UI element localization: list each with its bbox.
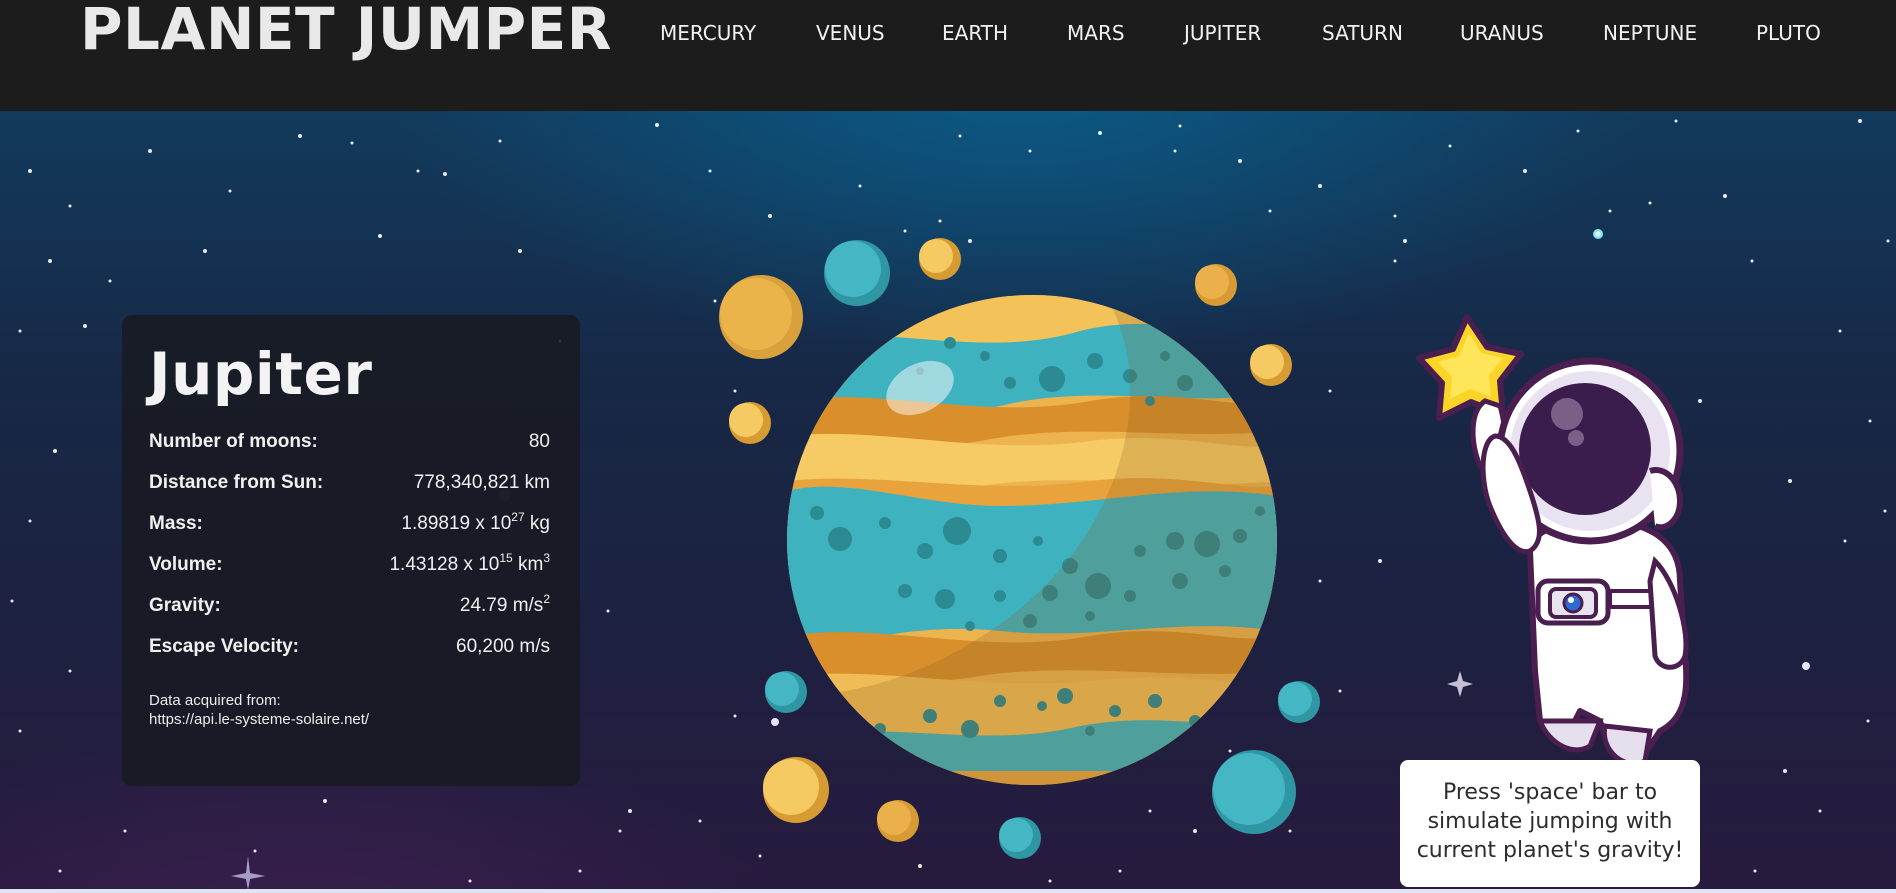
stat-value: 778,340,821 km (413, 472, 550, 493)
value-base: 24.79 m/s (459, 595, 544, 616)
astronaut-illustration (1416, 314, 1690, 766)
planet-stats: Number of moons: 80 Distance from Sun: 7… (149, 431, 550, 677)
data-source: Data acquired from: https://api.le-syste… (149, 691, 550, 729)
stat-label: Escape Velocity: (149, 636, 299, 657)
nav-link-mars[interactable]: MARS (1067, 16, 1125, 50)
stat-value: 24.79 m/s2 (459, 592, 550, 617)
value-base: 1.89819 x 10 (401, 513, 512, 534)
stat-row-mass: Mass: 1.89819 x 1027 kg (149, 510, 550, 554)
stat-label: Gravity: (149, 595, 221, 616)
value-exponent: 15 (499, 551, 513, 565)
value-unit: km (512, 554, 544, 575)
stat-label: Distance from Sun: (149, 472, 324, 493)
space-scene: Jupiter Number of moons: 80 Distance fro… (0, 111, 1896, 890)
stat-value: 1.43128 x 1015 km3 (389, 551, 550, 576)
nav-link-earth[interactable]: EARTH (942, 16, 1008, 50)
value-exponent: 27 (511, 510, 525, 524)
planet-nav: MERCURY VENUS EARTH MARS JUPITER SATURN … (0, 16, 1896, 50)
stat-row-moons: Number of moons: 80 (149, 431, 550, 472)
value-unit: kg (524, 513, 550, 534)
star-icon (1416, 314, 1524, 421)
stat-row-escape-velocity: Escape Velocity: 60,200 m/s (149, 636, 550, 677)
stat-label: Mass: (149, 513, 203, 534)
stat-value: 60,200 m/s (456, 636, 550, 657)
planet-info-panel: Jupiter Number of moons: 80 Distance fro… (122, 315, 580, 786)
nav-link-uranus[interactable]: URANUS (1460, 16, 1544, 50)
stat-row-volume: Volume: 1.43128 x 1015 km3 (149, 551, 550, 595)
jump-hint: Press 'space' bar to simulate jumping wi… (1400, 760, 1700, 887)
unit-exponent: 3 (543, 551, 550, 565)
planet-name: Jupiter (149, 340, 373, 408)
source-url: https://api.le-systeme-solaire.net/ (149, 711, 370, 728)
source-label: Data acquired from: (149, 692, 281, 709)
value-base: 1.43128 x 10 (389, 554, 500, 575)
nav-link-jupiter[interactable]: JUPITER (1184, 16, 1261, 50)
bottom-strip (0, 889, 1896, 893)
stat-row-gravity: Gravity: 24.79 m/s2 (149, 592, 550, 636)
stat-label: Number of moons: (149, 431, 318, 452)
nav-link-mercury[interactable]: MERCURY (660, 16, 756, 50)
nav-link-saturn[interactable]: SATURN (1322, 16, 1403, 50)
nav-link-neptune[interactable]: NEPTUNE (1603, 16, 1697, 50)
unit-exponent: 2 (543, 592, 550, 606)
nav-link-pluto[interactable]: PLUTO (1756, 16, 1821, 50)
stat-value: 80 (528, 431, 550, 452)
stat-row-distance: Distance from Sun: 778,340,821 km (149, 472, 550, 513)
jupiter-illustration (787, 295, 1277, 785)
stat-value: 1.89819 x 1027 kg (401, 510, 550, 535)
header: PLANET JUMPER MERCURY VENUS EARTH MARS J… (0, 0, 1896, 111)
nav-link-venus[interactable]: VENUS (816, 16, 885, 50)
stat-label: Volume: (149, 554, 223, 575)
